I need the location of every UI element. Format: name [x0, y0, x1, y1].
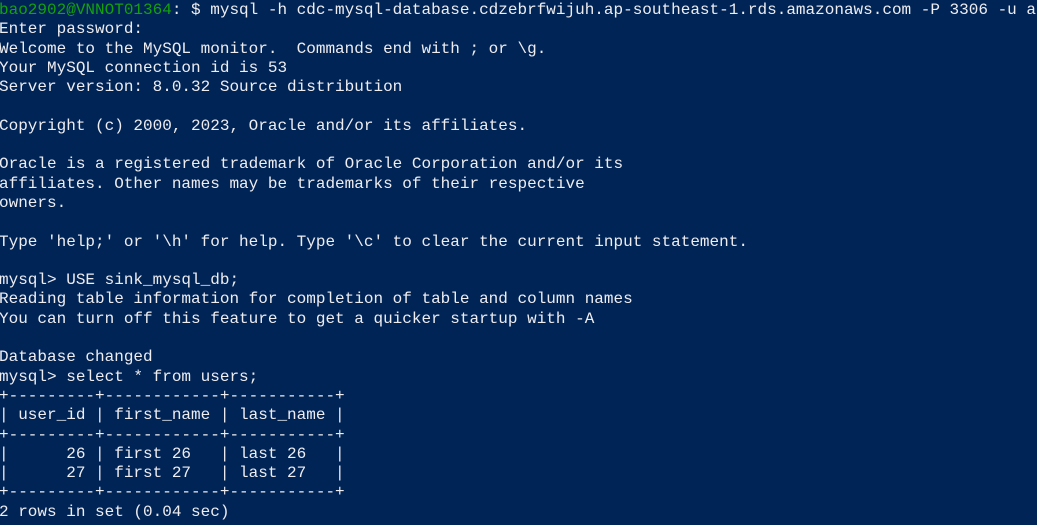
- output-line-trademark-2: affiliates. Other names may be trademark…: [0, 174, 585, 193]
- prompt-user-host: bao2902@VNNOT01364: [0, 1, 172, 19]
- result-table-header: | user_id | first_name | last_name |: [0, 406, 345, 425]
- output-line-rows-in-set: 2 rows in set (0.04 sec): [0, 502, 230, 521]
- result-table-border-top: +---------+------------+-----------+: [0, 386, 345, 405]
- result-table-row: | 27 | first 27 | last 27 |: [0, 464, 345, 483]
- result-table-border-mid: +---------+------------+-----------+: [0, 425, 345, 444]
- result-table-row: | 26 | first 26 | last 26 |: [0, 444, 345, 463]
- result-table-border-bottom: +---------+------------+-----------+: [0, 483, 345, 502]
- output-line-database-changed: Database changed: [0, 348, 153, 367]
- output-line-turn-off: You can turn off this feature to get a q…: [0, 309, 595, 328]
- output-line-copyright: Copyright (c) 2000, 2023, Oracle and/or …: [0, 116, 528, 135]
- prompt-command: mysql -h cdc-mysql-database.cdzebrfwijuh…: [210, 1, 1037, 19]
- output-line-trademark-3: owners.: [0, 193, 67, 212]
- terminal-output: bao2902@VNNOT01364: $ mysql -h cdc-mysql…: [0, 1, 1037, 522]
- output-line-blank: [0, 252, 1037, 271]
- output-line-blank: [0, 136, 1037, 155]
- shell-prompt-line: bao2902@VNNOT01364: $ mysql -h cdc-mysql…: [0, 1, 1037, 20]
- output-line-enter-password: Enter password:: [0, 20, 144, 39]
- output-line-server-version: Server version: 8.0.32 Source distributi…: [0, 78, 403, 97]
- output-line-welcome: Welcome to the MySQL monitor. Commands e…: [0, 39, 547, 58]
- output-line-blank: [0, 97, 1037, 116]
- output-line-reading-table: Reading table information for completion…: [0, 290, 633, 309]
- prompt-suffix: : $: [171, 1, 211, 19]
- mysql-command-select: mysql> select * from users;: [0, 367, 259, 386]
- output-line-help: Type 'help;' or '\h' for help. Type '\c'…: [0, 232, 748, 251]
- mysql-command-use: mysql> USE sink_mysql_db;: [0, 271, 240, 290]
- output-line-blank: [0, 329, 1037, 348]
- terminal-window[interactable]: bao2902@VNNOT01364: $ mysql -h cdc-mysql…: [0, 0, 1037, 525]
- output-line-blank: [0, 213, 1037, 232]
- output-line-connection-id: Your MySQL connection id is 53: [0, 58, 288, 77]
- output-line-trademark-1: Oracle is a registered trademark of Orac…: [0, 155, 624, 174]
